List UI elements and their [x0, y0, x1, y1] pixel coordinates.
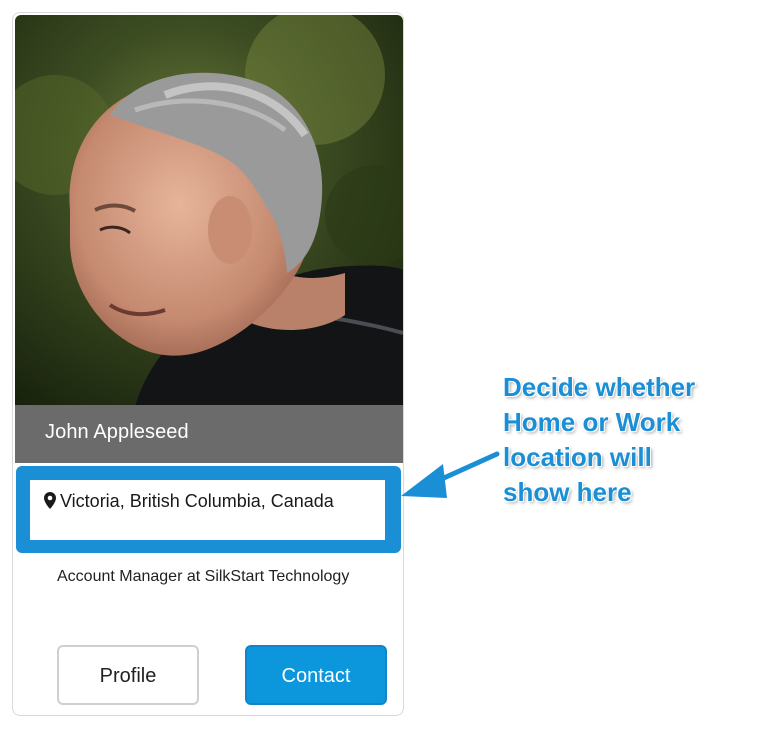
- annotation-callout: Decide whether Home or Work location wil…: [503, 370, 753, 510]
- map-pin-icon: [44, 488, 56, 518]
- callout-line-1: Decide whether: [503, 372, 696, 402]
- location-field: Victoria, British Columbia, Canada: [30, 480, 385, 540]
- callout-line-3: location will: [503, 442, 652, 472]
- name-bar: John Appleseed: [15, 405, 403, 463]
- callout-arrow-icon: [401, 451, 500, 498]
- profile-photo[interactable]: [15, 15, 403, 407]
- callout-line-2: Home or Work: [503, 407, 681, 437]
- profile-button[interactable]: Profile: [57, 645, 199, 705]
- contact-button[interactable]: Contact: [245, 645, 387, 705]
- member-name[interactable]: John Appleseed: [45, 421, 189, 444]
- location-highlight-box: Victoria, British Columbia, Canada: [16, 466, 401, 553]
- location-text: Victoria, British Columbia, Canada: [60, 491, 334, 511]
- job-title: Account Manager at SilkStart Technology: [57, 568, 350, 585]
- callout-line-4: show here: [503, 477, 632, 507]
- member-card: John Appleseed Account Manager at SilkSt…: [12, 12, 404, 716]
- location-row: Victoria, British Columbia, Canada: [44, 486, 374, 518]
